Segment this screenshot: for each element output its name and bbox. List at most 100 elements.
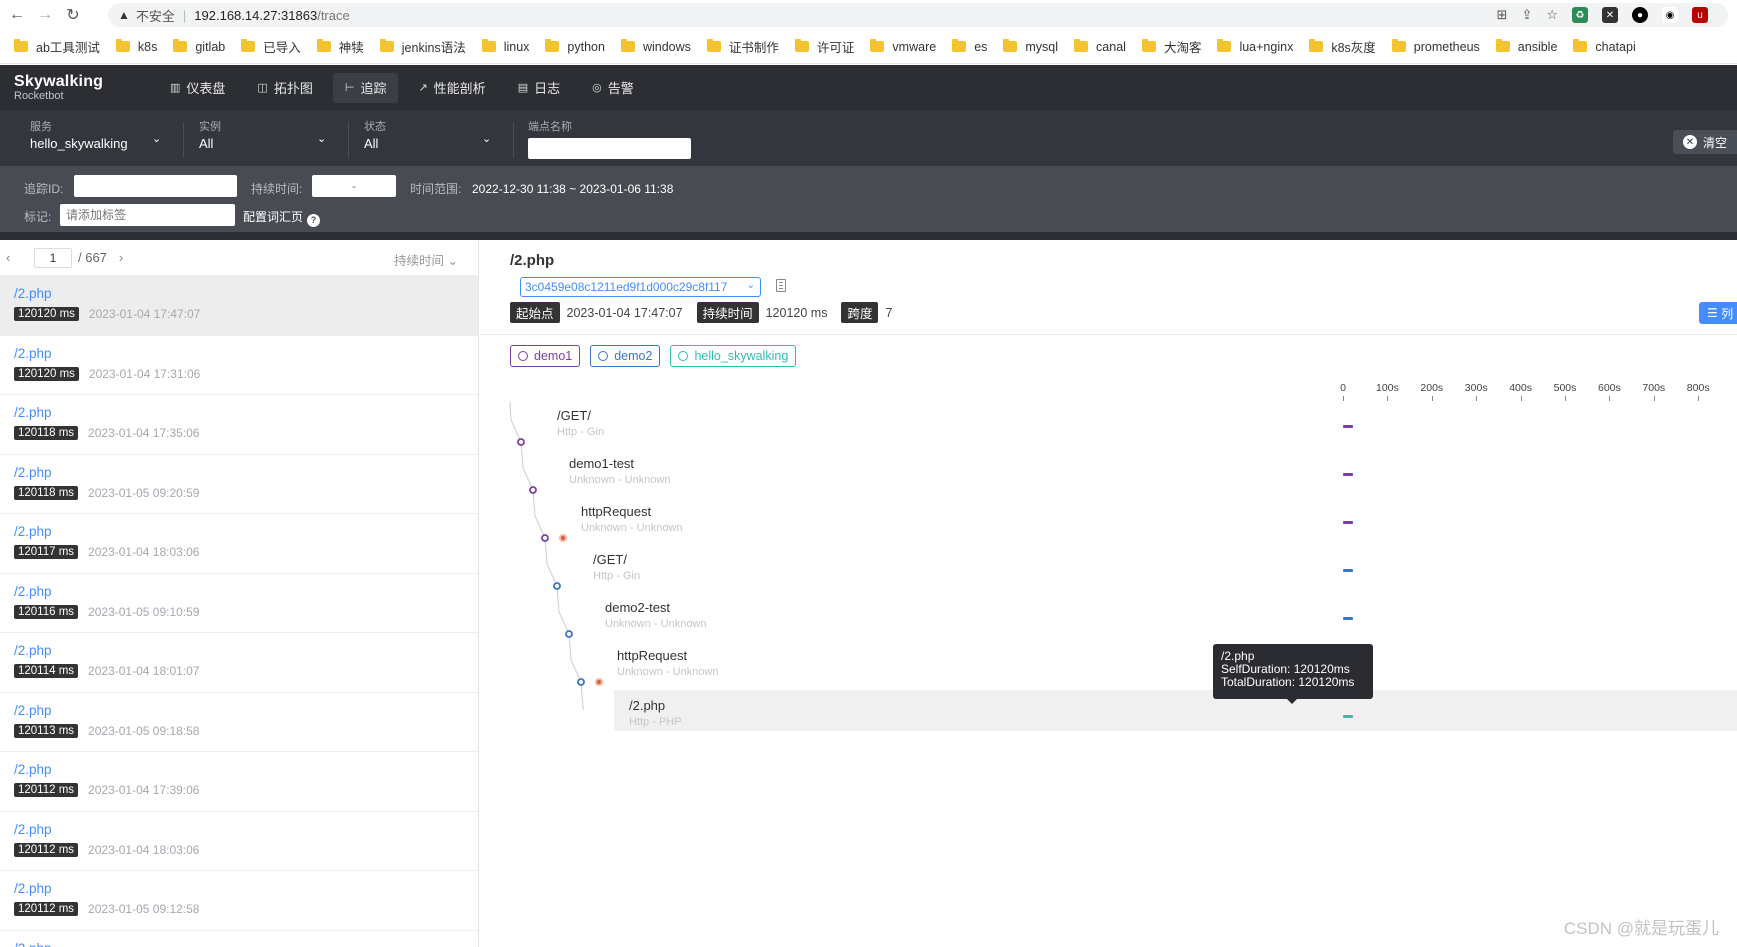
watermark: CSDN @就是玩蛋儿 [1563, 919, 1719, 938]
span-row[interactable]: demo2-test Unknown - Unknown [480, 592, 1737, 636]
bookmark-item[interactable]: vmware [870, 39, 936, 54]
skywalking-logo[interactable]: Skywalking Rocketbot [14, 73, 124, 102]
bookmark-item[interactable]: windows [620, 39, 691, 54]
span-name: demo2-test [605, 600, 671, 615]
bookmark-item[interactable]: gitlab [173, 39, 225, 54]
translate-icon[interactable]: ⊞ [1497, 7, 1508, 23]
trace-list-item[interactable]: /2.php 120112 ms 2023-01-04 18:03:06 [0, 812, 478, 871]
bookmark-item[interactable]: 神犊 [316, 37, 364, 56]
trace-time: 2023-01-04 18:01:07 [88, 664, 200, 678]
bookmark-item[interactable]: python [545, 39, 605, 54]
tooltip-total: TotalDuration: 120120ms [1221, 675, 1355, 689]
trace-endpoint: /2.php [14, 881, 52, 896]
page-input[interactable] [34, 247, 72, 268]
tags-input[interactable] [60, 204, 235, 226]
status-select[interactable]: 状态 All ⌄ [364, 118, 499, 151]
bookmark-item[interactable]: 大淘客 [1141, 37, 1201, 56]
bookmark-item[interactable]: prometheus [1391, 39, 1480, 54]
nav-profile[interactable]: ↗ 性能剖析 [406, 73, 497, 103]
nav-trace[interactable]: ⊢ 追踪 [332, 72, 399, 103]
service-name: hello_skywalking [694, 349, 789, 363]
service-tag[interactable]: hello_skywalking [670, 345, 797, 367]
nav-log[interactable]: ▤ 日志 [506, 73, 572, 103]
star-icon[interactable]: ☆ [1546, 7, 1558, 23]
span-row[interactable]: /GET/Http - Gin [480, 544, 1737, 588]
trace-meta: 120117 ms 2023-01-04 18:03:06 [14, 545, 478, 559]
sort-select[interactable]: 持续时间 ⌄ [394, 250, 458, 269]
trace-list-item[interactable]: /2.php 120118 ms 2023-01-05 09:20:59 [0, 455, 478, 514]
trace-id-input[interactable] [74, 175, 237, 197]
bookmark-label: prometheus [1413, 39, 1480, 54]
axis-tick-label: 800s [1686, 382, 1710, 394]
trace-list-item[interactable]: /2.php 120112 ms 2023-01-04 17:39:06 [0, 752, 478, 812]
clear-button[interactable]: ✕ 清空 [1672, 130, 1737, 154]
list-view-button[interactable]: ☰ 列 [1699, 302, 1737, 324]
trace-list-item[interactable]: /2.php 120120 ms 2023-01-04 17:31:06 [0, 336, 478, 395]
folder-icon [115, 39, 130, 52]
extension-icon[interactable]: u [1692, 7, 1708, 23]
bookmark-item[interactable]: 许可证 [794, 37, 854, 56]
extension-icon[interactable]: ♻ [1572, 7, 1588, 23]
instance-value: All [199, 136, 214, 151]
bookmark-item[interactable]: ansible [1495, 39, 1557, 54]
bookmark-item[interactable]: lua+nginx [1217, 39, 1293, 54]
header-strip [0, 232, 1737, 240]
trace-list-item[interactable]: /2.php 120117 ms 2023-01-04 18:03:06 [0, 514, 478, 574]
trace-list-item[interactable]: /2.php 120120 ms 2023-01-04 17:47:07 [0, 276, 478, 336]
bookmark-item[interactable]: jenkins语法 [379, 37, 466, 56]
instance-select[interactable]: 实例 All ⌄ [199, 118, 334, 151]
span-row[interactable]: /2.php Http - PHP [614, 690, 1737, 731]
trace-detail: /2.php 3c0459e08c1211ed9f1d000c29c8f117 … [480, 240, 1737, 947]
folder-icon [1391, 39, 1406, 52]
vocab-link[interactable]: 配置词汇页? [243, 206, 321, 228]
help-icon[interactable]: ? [307, 213, 321, 227]
bookmark-item[interactable]: canal [1074, 39, 1126, 54]
bookmark-item[interactable]: chatapi [1573, 39, 1636, 54]
span-row[interactable]: /GET/Http - Gin [480, 400, 1737, 444]
folder-icon [481, 39, 496, 52]
reload-icon[interactable]: ↻ [62, 4, 84, 26]
trace-list-item[interactable]: /2.php 120114 ms 2023-01-04 18:01:07 [0, 633, 478, 693]
service-select[interactable]: 服务 hello_skywalking ⌄ [30, 118, 170, 151]
chevron-right-icon[interactable]: › [119, 250, 133, 265]
nav-topology[interactable]: ◫ 拓扑图 [245, 73, 324, 103]
trace-list-item[interactable]: /2.php [0, 931, 478, 947]
extension-icon[interactable]: ✕ [1602, 7, 1618, 23]
trace-list-item[interactable]: /2.php 120113 ms 2023-01-05 09:18:58 [0, 693, 478, 752]
endpoint-input[interactable] [528, 138, 691, 159]
bookmark-item[interactable]: k8s灰度 [1309, 37, 1376, 56]
trace-time: 2023-01-04 18:03:06 [88, 545, 200, 559]
bookmark-label: jenkins语法 [401, 41, 466, 55]
trace-list-item[interactable]: /2.php 120118 ms 2023-01-04 17:35:06 [0, 395, 478, 455]
duration-input[interactable] [312, 175, 396, 197]
bookmark-item[interactable]: mysql [1003, 39, 1058, 54]
share-icon[interactable]: ⇪ [1521, 7, 1532, 23]
trace-list-item[interactable]: /2.php 120116 ms 2023-01-05 09:10:59 [0, 574, 478, 633]
bookmark-label: linux [503, 39, 530, 54]
bookmark-item[interactable]: 证书制作 [706, 37, 779, 56]
back-arrow-icon[interactable]: ← [6, 4, 28, 26]
copy-icon[interactable] [776, 279, 786, 292]
span-row[interactable]: demo1-test Unknown - Unknown [480, 448, 1737, 492]
nav-dashboard[interactable]: ▥ 仪表盘 [158, 73, 237, 103]
bookmark-item[interactable]: es [952, 39, 987, 54]
span-row[interactable]: httpRequest Unknown - Unknown [480, 640, 1737, 684]
span-row[interactable]: httpRequest Unknown - Unknown [480, 496, 1737, 540]
folder-icon [794, 39, 809, 52]
chevron-left-icon[interactable]: ‹ [6, 250, 20, 265]
bookmark-label: canal [1096, 39, 1126, 54]
time-range-value[interactable]: 2022-12-30 11:38 ~ 2023-01-06 11:38 [472, 178, 673, 200]
filter-bar: 服务 hello_skywalking ⌄ 实例 All ⌄ 状态 All ⌄ … [0, 110, 1737, 166]
nav-alarm[interactable]: ◎ 告警 [580, 73, 646, 103]
bookmark-item[interactable]: 已导入 [241, 37, 301, 56]
trace-list-item[interactable]: /2.php 120112 ms 2023-01-05 09:12:58 [0, 871, 478, 931]
extension-icon[interactable]: ● [1632, 7, 1648, 23]
bookmark-item[interactable]: k8s [115, 39, 157, 54]
span-component: Unknown - Unknown [605, 618, 707, 630]
bookmark-item[interactable]: ab工具测试 [14, 37, 100, 56]
forward-arrow-icon[interactable]: → [34, 4, 56, 26]
bookmark-item[interactable]: linux [481, 39, 530, 54]
extension-icon[interactable]: ◉ [1662, 7, 1678, 23]
url-field[interactable]: ▲ 不安全 | 192.168.14.27:31863/trace ⊞ ⇪ ☆ … [108, 3, 1728, 27]
duration-badge: 120114 ms [14, 664, 79, 678]
